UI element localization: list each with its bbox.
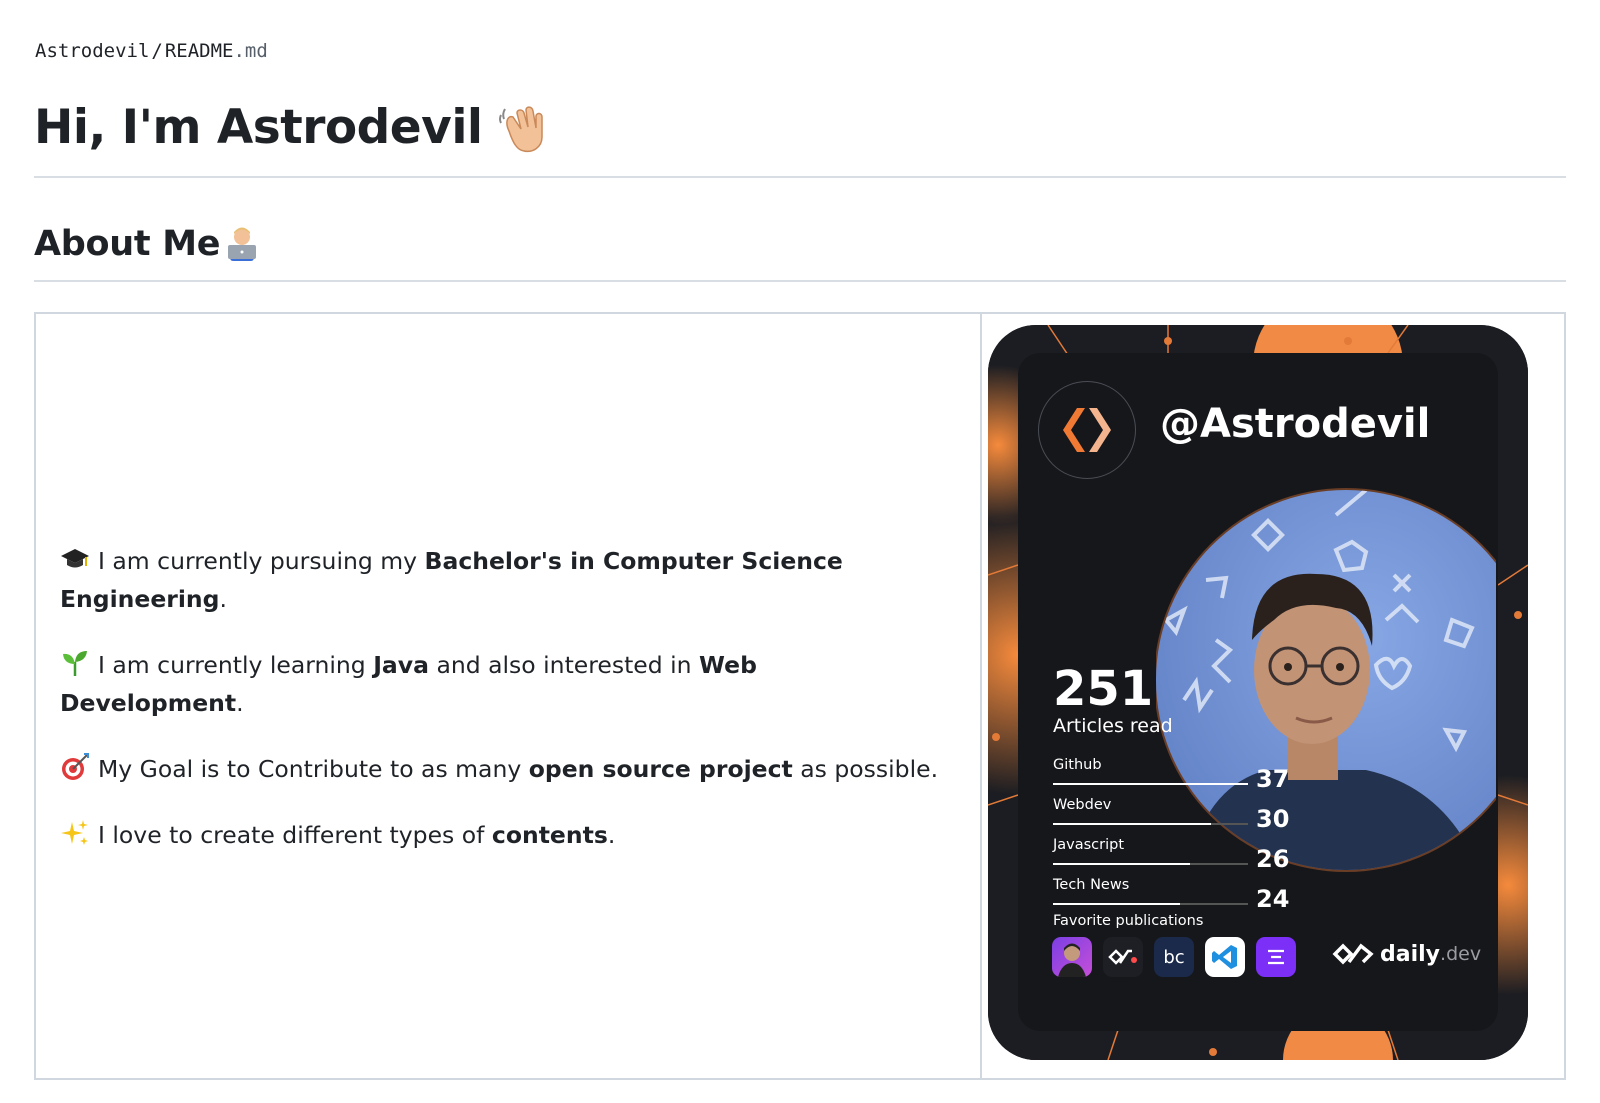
breadcrumb-separator: / (151, 40, 163, 62)
tag-name: Tech News (1053, 877, 1130, 893)
seedling-icon (63, 651, 87, 676)
tag-row: Webdev 30 (1053, 797, 1290, 837)
brand-sub: .dev (1440, 943, 1482, 965)
tag-name: Javascript (1053, 837, 1125, 853)
breadcrumb-file-ext: .md (233, 40, 268, 62)
breadcrumb-owner-link[interactable]: Astrodevil (35, 40, 149, 62)
graduation-cap-icon (61, 549, 89, 568)
top-tags: Github 37 Webdev 30 Javascript 26 Tech N… (1053, 757, 1290, 917)
avatar-publication-icon[interactable] (1052, 937, 1092, 977)
tag-bar (1053, 863, 1248, 865)
title-divider (34, 176, 1566, 178)
tag-row: Javascript 26 (1053, 837, 1290, 877)
vscode-publication-icon[interactable] (1205, 937, 1245, 977)
about-divider (34, 280, 1566, 282)
favorite-publications: bc (1052, 937, 1296, 977)
breadcrumb: Astrodevil / README.md (35, 40, 268, 62)
code-brackets-icon (1063, 408, 1111, 452)
daily-dev-brand[interactable]: daily .dev (1332, 941, 1481, 967)
purple-publication-icon[interactable] (1256, 937, 1296, 977)
about-item-goal: My Goal is to Contribute to as many open… (60, 750, 940, 788)
about-item-education: I am currently pursuing my Bachelor's in… (60, 542, 940, 618)
card-handle: @Astrodevil (1160, 401, 1431, 447)
technologist-icon (228, 227, 257, 261)
tag-count: 30 (1256, 805, 1290, 833)
about-heading: About Me (34, 224, 260, 264)
breadcrumb-file: README (164, 40, 234, 62)
about-list: I am currently pursuing my Bachelor's in… (60, 542, 940, 882)
table-column-divider (980, 314, 982, 1078)
tag-row: Github 37 (1053, 757, 1290, 797)
about-item-learning: I am currently learning Java and also in… (60, 646, 940, 722)
favorite-publications-label: Favorite publications (1053, 913, 1204, 929)
direct-hit-icon (62, 753, 89, 780)
page-title: Hi, I'm Astrodevil (34, 100, 549, 155)
tag-bar (1053, 783, 1248, 785)
tag-bar (1053, 903, 1248, 905)
tag-name: Github (1053, 757, 1102, 773)
tag-count: 37 (1256, 765, 1290, 793)
articles-count: 251 (1053, 661, 1154, 717)
tag-name: Webdev (1053, 797, 1112, 813)
page-title-text: Hi, I'm Astrodevil (34, 100, 483, 155)
daily-dev-publication-icon[interactable] (1103, 937, 1143, 977)
daily-dev-card[interactable]: @Astrodevil 251 Articles read Github 37 … (988, 325, 1528, 1060)
about-item-contents: I love to create different types of cont… (60, 816, 940, 854)
brand-main: daily (1380, 941, 1441, 967)
bc-publication-icon[interactable]: bc (1154, 937, 1194, 977)
sparkles-icon (61, 820, 88, 845)
tag-count: 24 (1256, 885, 1290, 913)
tag-row: Tech News 24 (1053, 877, 1290, 917)
waving-hand-icon (498, 105, 543, 152)
about-heading-text: About Me (34, 224, 221, 264)
daily-dev-logo-icon (1332, 943, 1374, 965)
articles-label: Articles read (1053, 715, 1173, 737)
card-logo (1038, 381, 1136, 479)
tag-count: 26 (1256, 845, 1290, 873)
tag-bar (1053, 823, 1248, 825)
